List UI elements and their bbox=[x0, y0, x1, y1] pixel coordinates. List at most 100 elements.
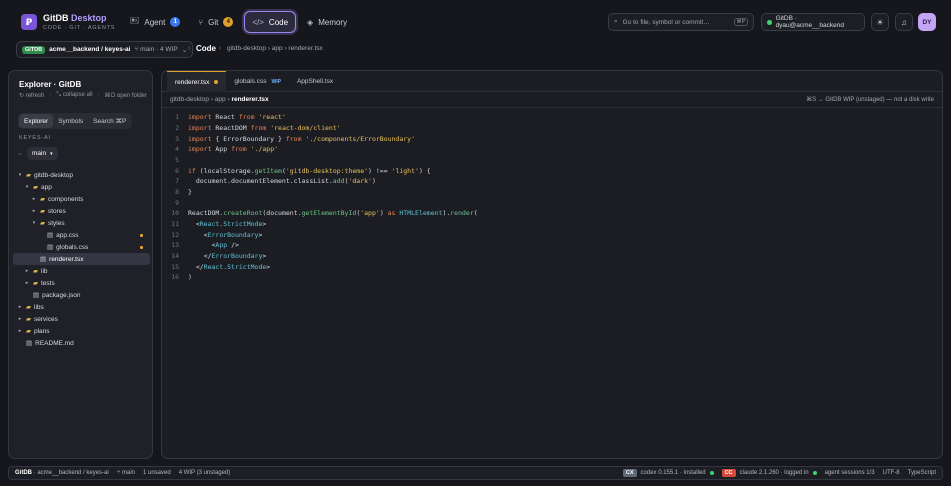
chevron-down-icon: ▾ bbox=[18, 172, 22, 178]
explorer-panel: Explorer · GitDB ↻ refresh · ⤡ collapse … bbox=[8, 70, 153, 459]
code-token: 'react-dom/client' bbox=[270, 123, 341, 132]
claude-status[interactable]: CC claude 2.1.260 · logged in bbox=[721, 469, 817, 477]
line-number: 4 bbox=[175, 145, 179, 154]
tree-folder[interactable]: ▾ ▰ app bbox=[13, 181, 150, 193]
git-count-badge: 4 bbox=[223, 17, 234, 27]
agent-sessions[interactable]: agent sessions 1/3 bbox=[825, 470, 875, 476]
user-avatar[interactable]: DY bbox=[918, 13, 936, 31]
code-token: App bbox=[211, 145, 232, 154]
status-branch[interactable]: ⑂ main bbox=[117, 470, 135, 476]
tree-folder[interactable]: ▾ ▰ styles bbox=[13, 217, 150, 229]
line-number: 5 bbox=[175, 155, 179, 164]
status-ok-icon bbox=[709, 471, 714, 475]
chevron-right-icon: ▸ bbox=[32, 196, 36, 202]
claude-tag: CC bbox=[721, 469, 736, 477]
code-token: React.StrictMode bbox=[199, 219, 263, 228]
wip-badge: WIP bbox=[271, 78, 281, 85]
notifications-button[interactable]: ♫ bbox=[895, 13, 913, 31]
command-search[interactable]: ⌕ Go to file, symbol or commit… ⌘P bbox=[608, 13, 754, 31]
line-number: 12 bbox=[171, 230, 179, 239]
tree-item-label: services bbox=[34, 315, 58, 323]
branch-selector[interactable]: main ▾ bbox=[27, 147, 58, 160]
tab-search[interactable]: Search ⌘P bbox=[88, 114, 131, 128]
breadcrumb-path[interactable]: gitdb-desktop › app › renderer.tsx bbox=[227, 45, 323, 52]
code-area[interactable]: 1 import React from 'react' 2 import ReactD… bbox=[162, 112, 942, 283]
tree-folder[interactable]: ▸ ▰ libs bbox=[13, 301, 150, 313]
explorer-title: Explorer · GitDB bbox=[19, 80, 82, 89]
tree-file[interactable]: ▤ package.json bbox=[13, 289, 150, 301]
codex-status[interactable]: CX codex 0.155.1 · installed bbox=[622, 469, 714, 477]
code-token: render bbox=[450, 209, 474, 218]
tree-folder[interactable]: ▸ ▰ lib bbox=[13, 265, 150, 277]
chevron-down-icon: ▾ bbox=[50, 150, 53, 157]
repo-switcher[interactable]: GITDB acme__backend / keyes-ai ⑂ main · … bbox=[16, 41, 194, 58]
code-token: ( bbox=[473, 209, 478, 218]
tree-item-label: renderer.tsx bbox=[49, 255, 84, 263]
nav-code[interactable]: </> Code bbox=[244, 11, 297, 33]
chevron-down-icon: ⌄ bbox=[181, 46, 188, 54]
file-tree: ▾ ▰ gitdb-desktop ▾ ▰ app ▸ ▰ components ▸ ▰ stores… bbox=[13, 169, 150, 349]
line-number: 3 bbox=[175, 134, 179, 143]
code-token: ) bbox=[188, 273, 192, 282]
tab-label: renderer.tsx bbox=[175, 78, 210, 86]
code-line: 9 bbox=[162, 197, 942, 208]
tree-folder[interactable]: ▸ ▰ components bbox=[13, 193, 150, 205]
nav-agent[interactable]: 🖭 Agent 1 bbox=[123, 11, 187, 33]
code-text: <App /> bbox=[179, 241, 239, 250]
tree-folder[interactable]: ▾ ▰ gitdb-desktop bbox=[13, 169, 150, 181]
bell-icon: ♫ bbox=[901, 17, 907, 27]
tree-folder[interactable]: ▸ ▰ plans bbox=[13, 325, 150, 337]
refresh-button[interactable]: ↻ refresh bbox=[19, 92, 44, 99]
editor-tabs: renderer.tsx globals.css WIP AppShell.ts… bbox=[162, 71, 942, 92]
line-number: 11 bbox=[171, 219, 179, 228]
breadcrumb-section[interactable]: Code bbox=[196, 44, 216, 53]
tab-renderer[interactable]: renderer.tsx bbox=[167, 71, 227, 92]
codex-tag: CX bbox=[622, 469, 637, 477]
chevron-down-icon: ▾ bbox=[25, 184, 29, 190]
branch-row: ⌵ main ▾ bbox=[17, 147, 58, 160]
tab-appshell[interactable]: AppShell.tsx bbox=[289, 71, 341, 92]
tab-label: globals.css bbox=[234, 78, 267, 85]
code-token: 'app' bbox=[360, 209, 380, 218]
code-line: 12 <ErrorBoundary> bbox=[162, 229, 942, 240]
tree-file[interactable]: ▤ globals.css bbox=[13, 241, 150, 253]
code-token: ) bbox=[379, 209, 388, 218]
code-line: 10 ReactDOM.createRoot(document.getElemen… bbox=[162, 208, 942, 219]
open-folder-button[interactable]: ⌘O open folder bbox=[105, 92, 147, 99]
tree-folder[interactable]: ▸ ▰ tests bbox=[13, 277, 150, 289]
nav-git-label: Git bbox=[208, 17, 219, 27]
code-text: </React.StrictMode> bbox=[179, 263, 270, 271]
divider bbox=[162, 107, 942, 108]
tree-item-label: globals.css bbox=[56, 243, 89, 251]
tree-folder[interactable]: ▸ ▰ stores bbox=[13, 205, 150, 217]
code-token: /> bbox=[227, 241, 239, 250]
code-token: (localStorage. bbox=[195, 166, 255, 175]
tab-globals[interactable]: globals.css WIP bbox=[226, 71, 289, 92]
language-mode[interactable]: TypeScript bbox=[908, 470, 936, 476]
tab-symbols[interactable]: Symbols bbox=[53, 114, 88, 128]
encoding[interactable]: UTF-8 bbox=[883, 470, 900, 476]
brand-main: GitDB bbox=[43, 13, 69, 23]
tree-item-label: lib bbox=[41, 267, 48, 275]
chevron-right-icon: ▸ bbox=[25, 280, 29, 286]
code-token: > bbox=[262, 219, 267, 228]
tab-explorer[interactable]: Explorer bbox=[19, 114, 54, 128]
account-status[interactable]: GitDB · dyau@acme__backend bbox=[761, 13, 865, 31]
tree-file[interactable]: ▤ README.md bbox=[13, 337, 150, 349]
status-repo-name: · acme__backend / keyes-ai bbox=[33, 470, 109, 476]
tree-file[interactable]: ▤ app.css bbox=[13, 229, 150, 241]
claude-label: claude 2.1.260 · logged in bbox=[739, 470, 809, 476]
layers-icon: ◈ bbox=[307, 17, 314, 27]
agent-icon: 🖭 bbox=[130, 16, 140, 25]
code-token: > bbox=[266, 262, 271, 271]
status-wip[interactable]: 4 WIP (3 unstaged) bbox=[179, 470, 231, 476]
tree-file[interactable]: ▤ renderer.tsx bbox=[13, 253, 150, 265]
nav-git[interactable]: ⑂ Git 4 bbox=[191, 11, 240, 33]
tree-folder[interactable]: ▸ ▰ services bbox=[13, 313, 150, 325]
theme-toggle-button[interactable]: ☀ bbox=[871, 13, 889, 31]
chevron-down-icon[interactable]: ⌵ bbox=[17, 151, 23, 157]
nav-memory[interactable]: ◈ Memory bbox=[300, 11, 354, 33]
code-token: 'gitdb-desktop:theme' bbox=[285, 166, 369, 175]
modified-indicator-icon bbox=[140, 245, 143, 249]
collapse-all-button[interactable]: ⤡ collapse all bbox=[56, 92, 92, 99]
